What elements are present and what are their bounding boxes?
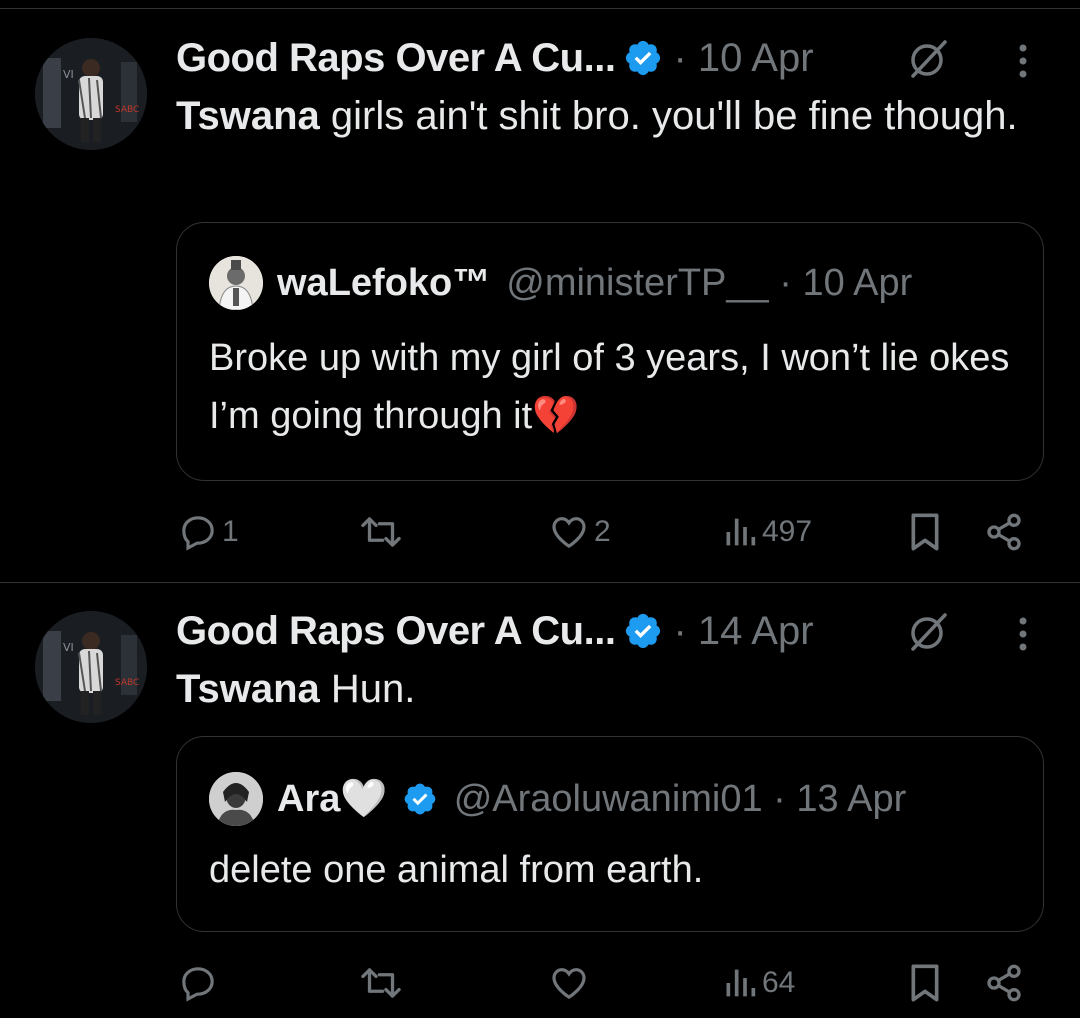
tweet-text-rest: Hun.	[319, 667, 416, 711]
like-button[interactable]: 2	[548, 512, 611, 552]
view-count: 64	[762, 966, 796, 999]
like-icon	[552, 517, 586, 549]
svg-text:SABC: SABC	[115, 678, 139, 688]
verified-badge-icon	[623, 38, 663, 78]
like-count: 2	[594, 515, 611, 548]
quoted-tweet[interactable]: waLefoko™ @ministerTP__ · 10 Apr Broke u…	[176, 222, 1044, 481]
quoted-tweet[interactable]: Ara🤍 @Araoluwanimi01 · 13 Apr delete one…	[176, 736, 1044, 932]
reply-button[interactable]	[178, 963, 222, 1003]
quoted-author-handle[interactable]: @Araoluwanimi01 · 13 Apr	[454, 778, 907, 821]
views-button[interactable]: 497	[722, 512, 812, 552]
share-button[interactable]	[984, 512, 1024, 552]
tweet-header: Good Raps Over A Cu... · 10 Apr	[176, 30, 814, 86]
author-name[interactable]: Good Raps Over A Cu...	[176, 36, 616, 81]
tweet-text: Tswana Hun.	[176, 659, 1036, 719]
bookmark-button[interactable]	[908, 963, 942, 1003]
verified-badge-icon	[402, 781, 438, 817]
share-button[interactable]	[984, 963, 1024, 1003]
reply-icon	[182, 516, 214, 551]
reply-count: 1	[222, 515, 239, 548]
tweet-date[interactable]: · 14 Apr	[673, 609, 813, 654]
tweet-text-bold: Tswana	[176, 94, 320, 138]
svg-text:SABC: SABC	[115, 105, 139, 115]
svg-text:VI: VI	[63, 641, 74, 654]
like-button[interactable]	[548, 963, 594, 1003]
quoted-author-name[interactable]: Ara🤍	[277, 777, 388, 821]
reply-icon	[182, 967, 214, 1002]
quoted-avatar[interactable]	[209, 772, 263, 826]
bookmark-icon	[911, 513, 939, 551]
tweet[interactable]: VI SABC Good Raps Over A Cu... · 14 Apr …	[0, 583, 1080, 1018]
verified-badge-icon	[623, 611, 663, 651]
tweet-text-rest: girls ain't shit bro. you'll be fine tho…	[319, 94, 1018, 138]
quoted-tweet-text: Broke up with my girl of 3 years, I won’…	[209, 337, 1010, 437]
more-options-icon[interactable]	[1017, 615, 1029, 655]
reply-button[interactable]: 1	[178, 512, 239, 552]
views-button[interactable]: 64	[722, 963, 795, 1003]
repost-button[interactable]	[358, 963, 404, 1003]
author-name[interactable]: Good Raps Over A Cu...	[176, 609, 616, 654]
tweet-header: Good Raps Over A Cu... · 14 Apr	[176, 603, 814, 659]
quoted-author-handle[interactable]: @ministerTP__ · 10 Apr	[506, 262, 912, 305]
quoted-tweet-text: delete one animal from earth.	[209, 849, 704, 891]
tweet[interactable]: VI SABC Good Raps Over A Cu... · 10 Apr …	[0, 0, 1080, 582]
svg-text:VI: VI	[63, 68, 74, 81]
quoted-avatar[interactable]	[209, 256, 263, 310]
avatar[interactable]: VI SABC	[35, 611, 147, 723]
views-icon	[726, 969, 756, 997]
tweet-date[interactable]: · 10 Apr	[673, 36, 813, 81]
bookmark-icon	[911, 964, 939, 1002]
share-icon	[987, 964, 1021, 1002]
tweet-text: Tswana girls ain't shit bro. you'll be f…	[176, 86, 1036, 146]
quoted-tweet-header: Ara🤍 @Araoluwanimi01 · 13 Apr	[209, 769, 906, 829]
view-count: 497	[762, 515, 813, 548]
share-icon	[987, 513, 1021, 551]
quoted-tweet-header: waLefoko™ @ministerTP__ · 10 Apr	[209, 253, 912, 313]
more-options-icon[interactable]	[1017, 42, 1029, 82]
bookmark-button[interactable]	[908, 512, 942, 552]
repost-icon	[361, 968, 401, 998]
like-icon	[552, 968, 586, 1000]
views-icon	[726, 518, 756, 546]
quoted-author-name[interactable]: waLefoko™	[277, 262, 490, 305]
grok-icon[interactable]	[905, 36, 951, 82]
repost-button[interactable]	[358, 512, 404, 552]
tweet-text-bold: Tswana	[176, 667, 320, 711]
avatar[interactable]: VI SABC	[35, 38, 147, 150]
repost-icon	[361, 517, 401, 547]
grok-icon[interactable]	[905, 609, 951, 655]
